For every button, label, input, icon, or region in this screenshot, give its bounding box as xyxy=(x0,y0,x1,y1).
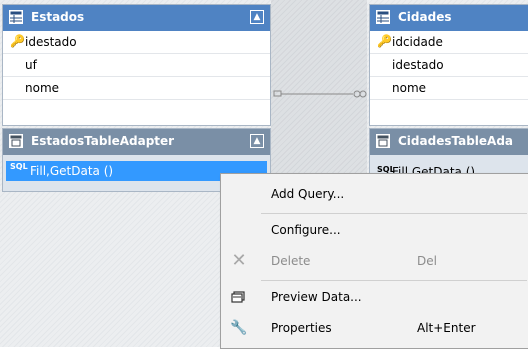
estados-table-title: Estados xyxy=(31,10,85,24)
column-name: uf xyxy=(25,58,37,72)
collapse-icon[interactable]: ▲ xyxy=(250,10,264,24)
column-row[interactable]: nome xyxy=(3,77,270,100)
cidades-adapter-header[interactable]: CidadesTableAda xyxy=(370,129,528,155)
estados-table[interactable]: Estados ▲ 🔑 idestado uf nome xyxy=(2,4,271,126)
table-adapter-icon xyxy=(376,134,390,148)
estados-adapter-title: EstadosTableAdapter xyxy=(31,134,175,148)
preview-data-icon xyxy=(231,291,245,303)
column-name: nome xyxy=(392,81,427,95)
cidades-table-title: Cidades xyxy=(398,10,452,24)
column-name: idcidade xyxy=(392,35,443,49)
column-row[interactable]: nome xyxy=(370,77,528,100)
table-adapter-icon xyxy=(9,134,23,148)
relation-line[interactable] xyxy=(271,88,367,100)
wrench-icon: 🔧 xyxy=(230,320,248,336)
collapse-icon[interactable]: ▲ xyxy=(250,134,264,148)
column-row[interactable]: 🔑 idcidade xyxy=(370,31,528,54)
menu-item-shortcut: Del xyxy=(417,254,437,268)
menu-item-shortcut: Alt+Enter xyxy=(417,321,476,335)
cidades-adapter-title: CidadesTableAda xyxy=(398,134,514,148)
table-icon xyxy=(9,10,23,24)
column-row[interactable]: idestado xyxy=(370,54,528,77)
cidades-table[interactable]: Cidades 🔑 idcidade idestado nome xyxy=(369,4,528,126)
menu-item-preview-data[interactable]: Preview Data... xyxy=(222,282,528,312)
cidades-table-header[interactable]: Cidades xyxy=(370,5,528,31)
column-name: idestado xyxy=(392,58,444,72)
menu-item-label: Properties xyxy=(271,321,332,335)
column-row[interactable]: uf xyxy=(3,54,270,77)
column-row[interactable]: 🔑 idestado xyxy=(3,31,270,54)
menu-item-label: Add Query... xyxy=(271,187,345,201)
menu-item-configure[interactable]: Configure... xyxy=(222,215,528,245)
context-menu: Add Query... Configure... ✕ Delete Del P… xyxy=(220,173,528,349)
column-name: idestado xyxy=(25,35,77,49)
sql-icon: SQL xyxy=(10,162,28,171)
table-icon xyxy=(376,10,390,24)
menu-item-delete[interactable]: ✕ Delete Del xyxy=(222,246,528,276)
menu-separator xyxy=(261,213,527,214)
menu-item-add-query[interactable]: Add Query... xyxy=(222,179,528,209)
menu-item-properties[interactable]: 🔧 Properties Alt+Enter xyxy=(222,313,528,343)
delete-x-icon: ✕ xyxy=(231,250,247,271)
estados-table-header[interactable]: Estados ▲ xyxy=(3,5,270,31)
query-label: Fill,GetData () xyxy=(30,164,114,178)
primary-key-icon: 🔑 xyxy=(377,34,392,48)
primary-key-icon: 🔑 xyxy=(10,34,25,48)
estados-adapter-header[interactable]: EstadosTableAdapter ▲ xyxy=(3,129,270,155)
column-name: nome xyxy=(25,81,60,95)
menu-separator xyxy=(261,280,527,281)
menu-item-label: Preview Data... xyxy=(271,290,362,304)
menu-item-label: Delete xyxy=(271,254,311,268)
menu-item-label: Configure... xyxy=(271,223,341,237)
